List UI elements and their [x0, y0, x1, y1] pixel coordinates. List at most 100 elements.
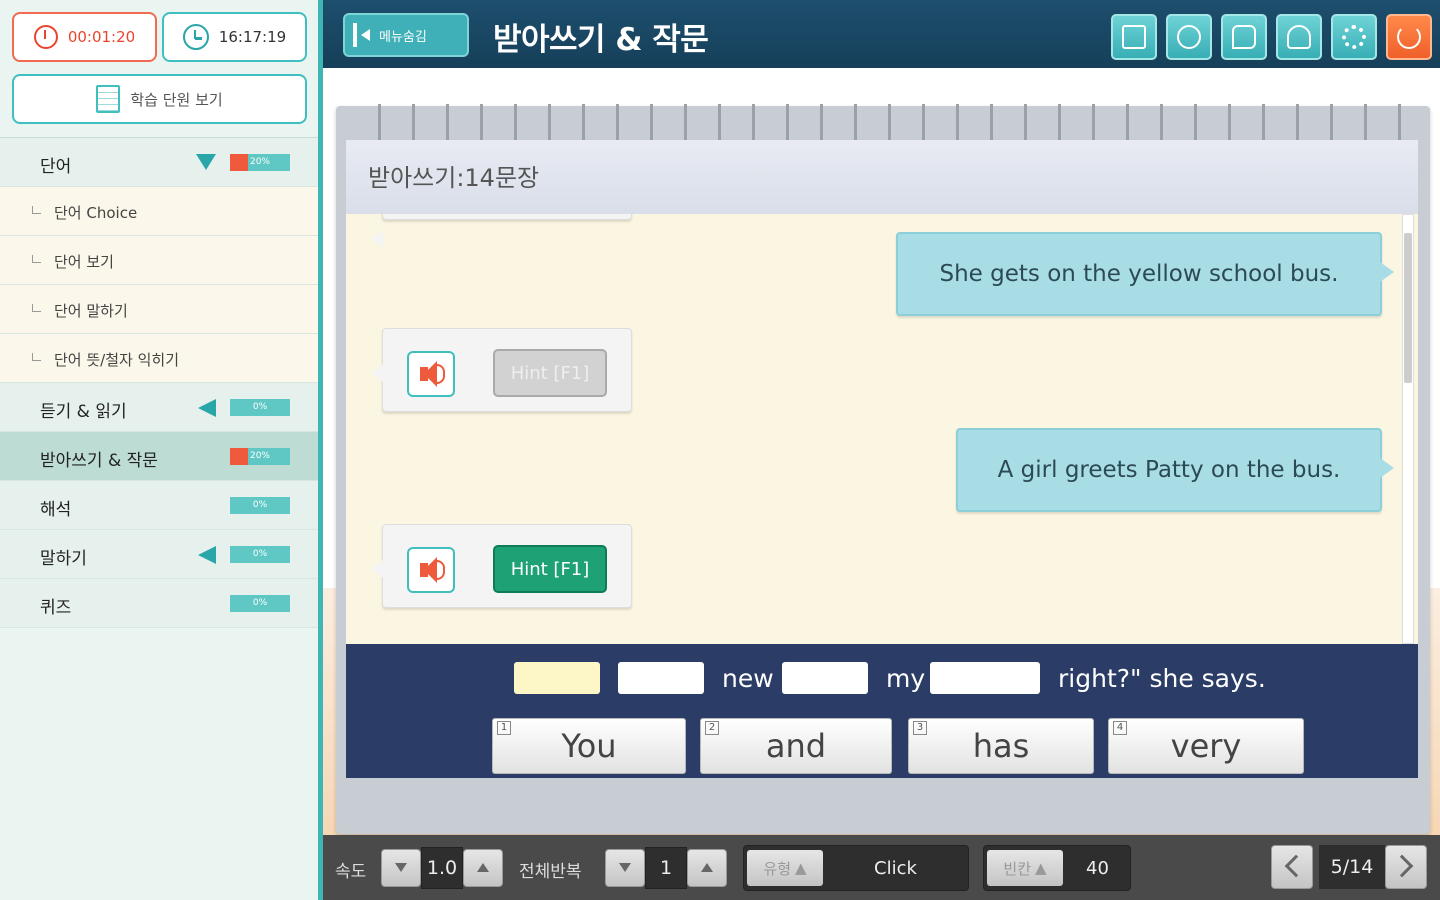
- control-card: Hint [F1]: [371, 524, 632, 608]
- choice-button-2[interactable]: 2 and: [700, 718, 892, 774]
- hide-menu-button[interactable]: 메뉴숨김: [343, 13, 469, 57]
- menu-subitem-word-spelling[interactable]: 단어 뜻/철자 익히기: [0, 334, 318, 383]
- menu-item-listen-read[interactable]: 듣기 & 읽기 0%: [0, 383, 318, 432]
- type-select[interactable]: 유형 ▲ Click: [743, 845, 969, 891]
- app-header: 메뉴숨김 받아쓰기 & 작문: [323, 0, 1440, 68]
- hide-menu-label: 메뉴숨김: [379, 29, 427, 45]
- choice-number: 3: [913, 721, 927, 735]
- speed-value: 1.0: [421, 847, 463, 889]
- choice-button-3[interactable]: 3 has: [908, 718, 1094, 774]
- menu-item-label: 단어 보기: [54, 253, 114, 271]
- alarm-clock-icon: [182, 24, 209, 50]
- hint-button[interactable]: Hint [F1]: [493, 545, 607, 593]
- menu-item-quiz[interactable]: 퀴즈 0%: [0, 579, 318, 628]
- triangle-down-icon: [395, 863, 407, 872]
- choice-label: You: [561, 727, 617, 765]
- power-icon: [1397, 25, 1421, 49]
- type-value: Click: [874, 858, 917, 879]
- repeat-down-button[interactable]: [605, 849, 645, 887]
- expand-left-icon: [198, 546, 216, 564]
- blank-select[interactable]: 빈칸 ▲ 40: [983, 845, 1131, 891]
- settings-icon: [1342, 25, 1366, 49]
- menu-item-translation[interactable]: 해석 0%: [0, 481, 318, 530]
- dictionary-icon: [1122, 25, 1146, 49]
- scroll-thumb[interactable]: [1404, 233, 1412, 383]
- speed-up-button[interactable]: [463, 849, 503, 887]
- expand-down-icon: [196, 154, 216, 170]
- progress-badge: 0%: [230, 595, 290, 612]
- triangle-up-icon: [701, 863, 713, 872]
- menu-subitem-word-view[interactable]: 단어 보기: [0, 236, 318, 285]
- menu-subitem-word-speak[interactable]: 단어 말하기: [0, 285, 318, 334]
- sidebar: 00:01:20 16:17:19 학습 단원 보기 단어 20% 단어 Cho…: [0, 0, 322, 900]
- answer-blank-current[interactable]: [514, 662, 600, 694]
- sentence-word: my: [886, 664, 926, 693]
- choice-button-1[interactable]: 1 You: [492, 718, 686, 774]
- current-clock: 16:17:19: [162, 12, 307, 62]
- dictionary-button[interactable]: [1111, 14, 1157, 60]
- chevron-left-icon: [1284, 854, 1308, 878]
- clock-value: 16:17:19: [218, 28, 287, 46]
- sub-arrow-icon: [32, 255, 41, 263]
- timer-value: 00:01:20: [67, 28, 136, 46]
- control-card: Hint [F1]: [371, 328, 632, 412]
- trophy-button[interactable]: [1276, 14, 1322, 60]
- repeat-up-button[interactable]: [687, 849, 727, 887]
- sub-arrow-icon: [32, 304, 41, 312]
- answer-blank[interactable]: [782, 662, 868, 694]
- stopwatch-icon: [33, 25, 58, 49]
- expand-left-icon: [198, 399, 216, 417]
- speed-label: 속도: [335, 862, 367, 882]
- elapsed-timer: 00:01:20: [12, 12, 157, 62]
- repeat-value: 1: [645, 847, 687, 889]
- document-icon: [96, 85, 121, 113]
- answer-sentence: new my right?" she says.: [346, 658, 1418, 698]
- menu-item-words[interactable]: 단어 20%: [0, 138, 318, 187]
- view-unit-button[interactable]: 학습 단원 보기: [12, 74, 307, 124]
- choice-number: 2: [705, 721, 719, 735]
- answer-blank[interactable]: [930, 662, 1040, 694]
- choice-number: 4: [1113, 721, 1127, 735]
- dictation-chat: She gets on the yellow school bus. Hint …: [346, 214, 1418, 644]
- choice-button-4[interactable]: 4 very: [1108, 718, 1304, 774]
- menu-item-label: 단어 말하기: [54, 302, 128, 320]
- choice-label: has: [972, 727, 1030, 765]
- trophy-icon: [1287, 25, 1311, 49]
- triangle-down-icon: [619, 863, 631, 872]
- play-audio-button[interactable]: [407, 351, 455, 397]
- menu-item-label: 단어: [40, 157, 72, 177]
- settings-button[interactable]: [1331, 14, 1377, 60]
- menu-item-dictation[interactable]: 받아쓰기 & 작문 20%: [0, 432, 318, 481]
- speed-down-button[interactable]: [381, 849, 421, 887]
- collapse-sidebar-icon: [353, 23, 371, 47]
- play-audio-button[interactable]: [407, 547, 455, 593]
- menu-item-label: 퀴즈: [40, 598, 72, 618]
- power-button[interactable]: [1386, 14, 1432, 60]
- triangle-up-icon: [477, 863, 489, 872]
- menu-item-label: 듣기 & 읽기: [40, 402, 127, 422]
- chat-scrollbar[interactable]: [1402, 214, 1414, 644]
- answer-blank[interactable]: [618, 662, 704, 694]
- choice-label: very: [1170, 727, 1242, 765]
- page-title: 받아쓰기 & 작문: [493, 22, 709, 58]
- choice-number: 1: [497, 721, 511, 735]
- blank-value: 40: [1086, 858, 1109, 879]
- prev-page-button[interactable]: [1271, 845, 1313, 889]
- menu-item-speaking[interactable]: 말하기 0%: [0, 530, 318, 579]
- chat-button[interactable]: [1221, 14, 1267, 60]
- type-tag: 유형 ▲: [747, 850, 823, 886]
- menu-subitem-word-choice[interactable]: 단어 Choice: [0, 187, 318, 236]
- previous-control-card: [371, 214, 632, 248]
- progress-badge: 20%: [230, 154, 290, 171]
- progress-badge: 20%: [230, 448, 290, 465]
- repeat-label: 전체반복: [519, 862, 582, 882]
- p-button[interactable]: [1166, 14, 1212, 60]
- progress-badge: 0%: [230, 399, 290, 416]
- progress-badge: 0%: [230, 546, 290, 563]
- hint-button-disabled: Hint [F1]: [493, 349, 607, 397]
- progress-badge: 0%: [230, 497, 290, 514]
- answer-panel: new my right?" she says. 1 You 2 and 3 h…: [346, 644, 1418, 778]
- next-page-button[interactable]: [1385, 845, 1427, 889]
- sentence-bubble: A girl greets Patty on the bus.: [956, 428, 1394, 512]
- playback-bar: 속도 1.0 전체반복 1 유형 ▲ Click 빈칸 ▲ 40 5/14: [323, 835, 1440, 900]
